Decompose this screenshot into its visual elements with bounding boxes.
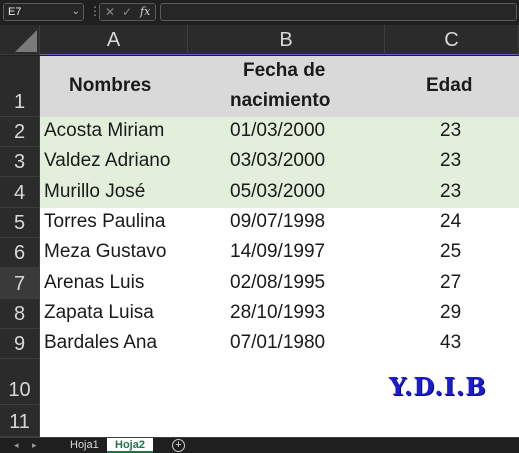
cell-name[interactable]: Zapata Luisa <box>44 302 154 324</box>
row-number: 8 <box>13 303 26 325</box>
row-header-3[interactable]: 3 <box>0 147 40 177</box>
header-fecha-line2[interactable]: nacimiento <box>230 90 330 112</box>
cell-age[interactable]: 43 <box>440 332 461 354</box>
row-header-7[interactable]: 7 <box>0 268 40 299</box>
cell-name[interactable]: Acosta Miriam <box>44 120 164 142</box>
row-header-4[interactable]: 4 <box>0 177 40 208</box>
cell-name[interactable]: Valdez Adriano <box>44 150 170 172</box>
add-sheet-icon[interactable]: + <box>172 439 185 452</box>
column-header-a[interactable]: A <box>40 25 188 55</box>
cell-name[interactable]: Murillo José <box>44 181 145 203</box>
row-header-2[interactable]: 2 <box>0 117 40 147</box>
sheet-tabs-bar: ◂ ▸ Hoja1 Hoja2 + <box>0 437 519 453</box>
cell-name[interactable]: Bardales Ana <box>44 332 157 354</box>
header-edad[interactable]: Edad <box>426 75 472 97</box>
cell-date[interactable]: 28/10/1993 <box>230 302 325 324</box>
row-number: 9 <box>13 333 26 355</box>
cell-age[interactable]: 29 <box>440 302 461 324</box>
scroll-left-icon[interactable]: ◂ <box>14 438 19 453</box>
header-nombres[interactable]: Nombres <box>69 75 151 97</box>
cell-age[interactable]: 24 <box>440 211 461 233</box>
cell-age[interactable]: 27 <box>440 272 461 294</box>
cell-date[interactable]: 02/08/1995 <box>230 272 325 294</box>
cancel-icon[interactable]: ✕ <box>105 4 115 20</box>
formula-input[interactable] <box>160 3 517 21</box>
row-number: 2 <box>13 121 26 143</box>
cell-date[interactable]: 07/01/1980 <box>230 332 325 354</box>
cell-age[interactable]: 25 <box>440 241 461 263</box>
cell-age[interactable]: 23 <box>440 181 461 203</box>
sheet-grid[interactable]: Nombres Fecha de nacimiento Edad Acosta … <box>40 56 519 437</box>
row-header-8[interactable]: 8 <box>0 299 40 329</box>
cell-date[interactable]: 14/09/1997 <box>230 241 325 263</box>
row-header-11[interactable]: 11 <box>0 405 40 437</box>
row-number: 11 <box>9 411 30 433</box>
row-number: 6 <box>13 242 26 264</box>
chevron-down-icon[interactable]: ⌄ <box>72 4 80 20</box>
enter-icon[interactable]: ✓ <box>122 4 132 20</box>
row-number: 7 <box>13 273 26 295</box>
cell-age[interactable]: 23 <box>440 150 461 172</box>
cell-date[interactable]: 05/03/2000 <box>230 181 325 203</box>
row-header-1[interactable]: 1 <box>0 56 40 117</box>
cell-age[interactable]: 23 <box>440 120 461 142</box>
row-number: 5 <box>13 212 26 234</box>
watermark-logo: Y.D.I.B <box>389 372 487 401</box>
scroll-right-icon[interactable]: ▸ <box>32 438 37 453</box>
row-number: 1 <box>13 91 26 113</box>
cell-name[interactable]: Arenas Luis <box>44 272 144 294</box>
formula-actions: ✕ ✓ fx <box>99 3 156 21</box>
row-header-5[interactable]: 5 <box>0 208 40 238</box>
cell-date[interactable]: 09/07/1998 <box>230 211 325 233</box>
cell-name[interactable]: Torres Paulina <box>44 211 165 233</box>
row-header-6[interactable]: 6 <box>0 238 40 268</box>
header-fecha-line1[interactable]: Fecha de <box>243 60 325 82</box>
column-header-b[interactable]: B <box>188 25 385 55</box>
column-header-c[interactable]: C <box>385 25 519 55</box>
tab-hoja2[interactable]: Hoja2 <box>107 438 153 453</box>
row-number: 3 <box>13 151 26 173</box>
insert-function-icon[interactable]: fx <box>140 4 150 20</box>
row-header-10[interactable]: 10 <box>0 359 40 405</box>
tab-hoja1[interactable]: Hoja1 <box>62 438 107 453</box>
row-number: 10 <box>8 379 31 401</box>
name-box-value: E7 <box>8 6 22 18</box>
formula-bar: E7 ⌄ ⋮ ✕ ✓ fx <box>0 0 519 24</box>
row-number: 4 <box>13 182 26 204</box>
cell-date[interactable]: 01/03/2000 <box>230 120 325 142</box>
name-box[interactable]: E7 ⌄ <box>3 3 84 21</box>
select-all-button[interactable] <box>0 25 40 55</box>
row-header-9[interactable]: 9 <box>0 329 40 359</box>
cell-name[interactable]: Meza Gustavo <box>44 241 167 263</box>
cell-date[interactable]: 03/03/2000 <box>230 150 325 172</box>
